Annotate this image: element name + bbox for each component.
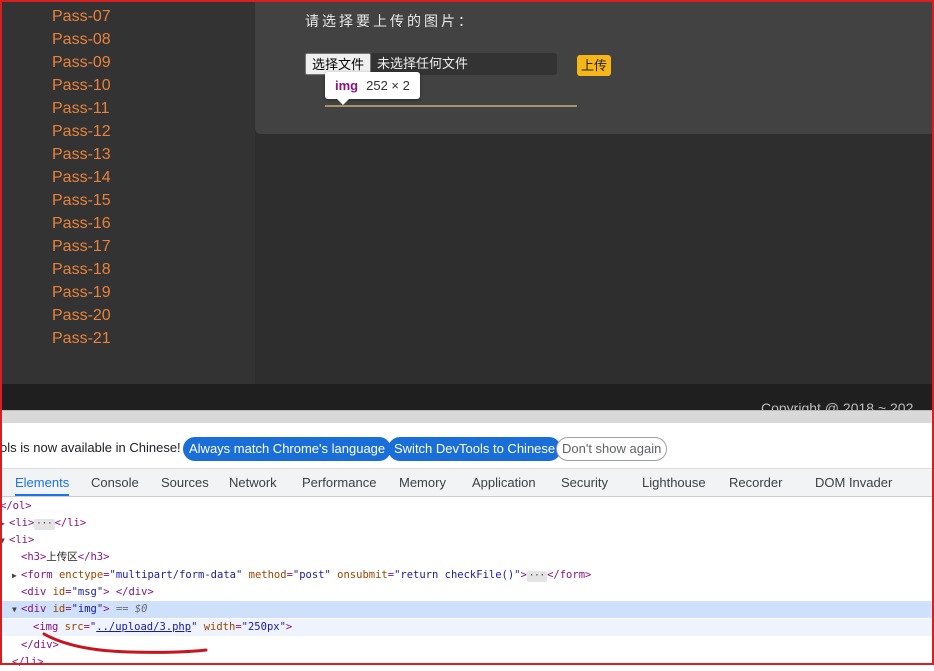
pass-link[interactable]: Pass-09 bbox=[52, 51, 111, 74]
collapse-triangle-icon[interactable]: ▼ bbox=[12, 601, 21, 618]
h3-text: 上传区 bbox=[46, 551, 78, 563]
pass-link[interactable]: Pass-17 bbox=[52, 235, 111, 258]
dom-node-form[interactable]: ▶ <form enctype="multipart/form-data" met… bbox=[0, 567, 934, 584]
pass-link[interactable]: Pass-14 bbox=[52, 166, 111, 189]
tab-network[interactable]: Network bbox=[229, 469, 277, 496]
expand-triangle-icon[interactable]: ▶ bbox=[0, 515, 9, 532]
devtools-resize-handle[interactable] bbox=[0, 410, 934, 423]
ellipsis-icon[interactable]: ··· bbox=[34, 519, 55, 530]
tooltip-tag: img bbox=[335, 78, 359, 93]
pass-link[interactable]: Pass-15 bbox=[52, 189, 111, 212]
pass-link[interactable]: Pass-07 bbox=[52, 5, 111, 28]
pass-link[interactable]: Pass-16 bbox=[52, 212, 111, 235]
dom-node-h3[interactable]: <h3>上传区</h3> bbox=[0, 549, 934, 566]
form-method-value: "post" bbox=[292, 569, 331, 581]
pass-list: Pass-07 Pass-08 Pass-09 Pass-10 Pass-11 Pass-… bbox=[52, 5, 111, 350]
dom-node-div-img-selected[interactable]: ▼ <div id="img"> == $0 bbox=[0, 601, 934, 618]
pass-link[interactable]: Pass-19 bbox=[52, 281, 111, 304]
red-underline-annotation bbox=[42, 632, 208, 654]
pass-link[interactable]: Pass-11 bbox=[52, 97, 111, 120]
pass-link[interactable]: Pass-12 bbox=[52, 120, 111, 143]
tab-recorder[interactable]: Recorder bbox=[729, 469, 782, 496]
tab-console[interactable]: Console bbox=[91, 469, 139, 496]
img-width-value: "250px" bbox=[241, 621, 286, 633]
pass-link[interactable]: Pass-10 bbox=[52, 74, 111, 97]
devtools-language-infobar: ols is now available in Chinese! Always … bbox=[0, 423, 934, 469]
ol-close-text: ol> bbox=[12, 500, 32, 512]
tab-memory[interactable]: Memory bbox=[399, 469, 446, 496]
dont-show-again-button[interactable]: Don't show again bbox=[556, 437, 668, 461]
pass-link[interactable]: Pass-13 bbox=[52, 143, 111, 166]
selected-node-marker: == $0 bbox=[115, 603, 148, 615]
dom-node-div-msg[interactable]: <div id="msg"> </div> bbox=[0, 584, 934, 601]
tab-lighthouse[interactable]: Lighthouse bbox=[642, 469, 706, 496]
tab-dom-invader[interactable]: DOM Invader bbox=[815, 469, 892, 496]
expand-triangle-icon[interactable]: ▶ bbox=[12, 567, 21, 584]
tab-application[interactable]: Application bbox=[472, 469, 536, 496]
dom-node-ol-close[interactable]: </ol> bbox=[0, 498, 934, 515]
element-inspect-tooltip: img 252 × 2 bbox=[325, 72, 420, 105]
upload-panel: 请选择要上传的图片： 选择文件 未选择任何文件 上传 bbox=[255, 0, 934, 134]
tab-elements[interactable]: Elements bbox=[15, 469, 70, 496]
tab-security[interactable]: Security bbox=[561, 469, 608, 496]
tooltip-dimensions: 252 × 2 bbox=[366, 78, 410, 93]
pass-link[interactable]: Pass-21 bbox=[52, 327, 111, 350]
upload-button[interactable]: 上传 bbox=[577, 55, 612, 76]
dom-node-li-collapsed[interactable]: ▶ <li> ··· </li> bbox=[0, 515, 934, 532]
page-footer: Copyright @ 2018 ~ 202 bbox=[0, 384, 934, 410]
infobar-message: ols is now available in Chinese! bbox=[0, 440, 181, 455]
div-img-id-value: "img" bbox=[71, 603, 104, 615]
dom-node-li-open[interactable]: ▼ <li> bbox=[0, 532, 934, 549]
sidebar: Pass-07 Pass-08 Pass-09 Pass-10 Pass-11 Pass-… bbox=[0, 0, 255, 384]
switch-to-chinese-button[interactable]: Switch DevTools to Chinese bbox=[388, 437, 562, 461]
uploaded-image bbox=[325, 105, 577, 107]
tab-sources[interactable]: Sources bbox=[161, 469, 209, 496]
ellipsis-icon[interactable]: ··· bbox=[526, 571, 548, 582]
upload-prompt: 请选择要上传的图片： bbox=[305, 13, 475, 29]
form-enctype-value: "multipart/form-data" bbox=[109, 569, 243, 581]
devtools-tab-bar: Elements Console Sources Network Performance… bbox=[0, 469, 934, 497]
always-match-language-button[interactable]: Always match Chrome's language bbox=[183, 437, 392, 461]
form-onsubmit-value: "return checkFile()" bbox=[394, 569, 521, 581]
collapse-triangle-icon[interactable]: ▼ bbox=[0, 532, 9, 549]
pass-link[interactable]: Pass-18 bbox=[52, 258, 111, 281]
pass-link[interactable]: Pass-20 bbox=[52, 304, 111, 327]
webpage-viewport: Pass-07 Pass-08 Pass-09 Pass-10 Pass-11 Pass-… bbox=[0, 0, 934, 410]
tab-performance[interactable]: Performance bbox=[302, 469, 376, 496]
div-msg-id-value: "msg" bbox=[71, 586, 104, 598]
copyright-text: Copyright @ 2018 ~ 202 bbox=[761, 400, 914, 410]
pass-link[interactable]: Pass-08 bbox=[52, 28, 111, 51]
